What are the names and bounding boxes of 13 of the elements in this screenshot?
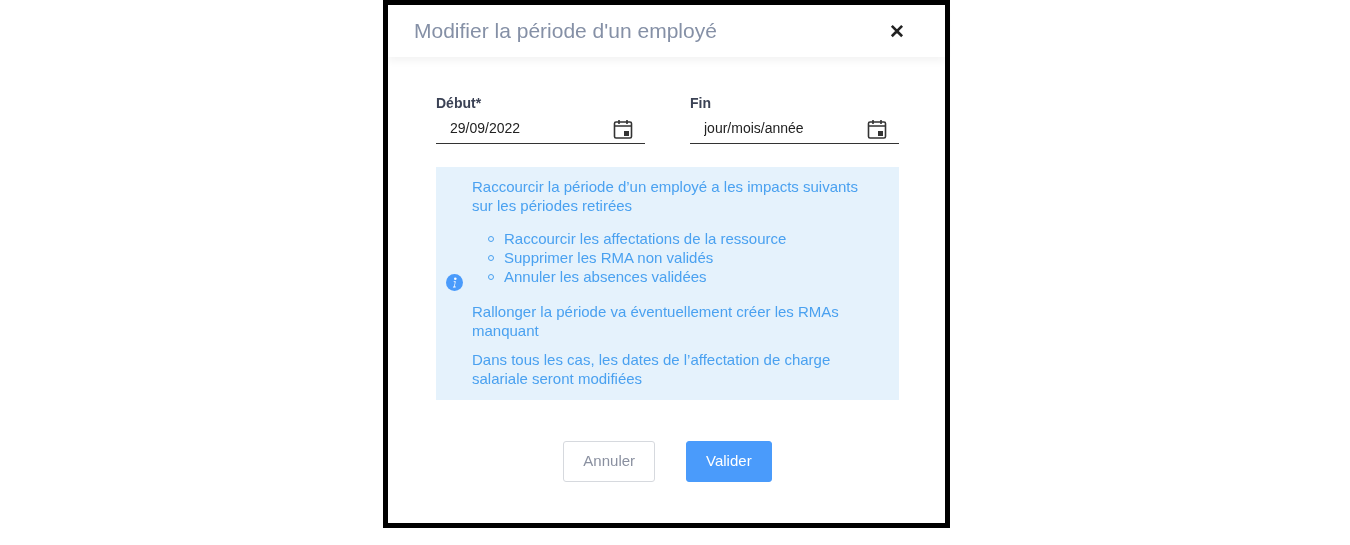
field-label: Début* (436, 94, 483, 113)
close-button[interactable]: ✕ (889, 21, 905, 41)
dialog-title: Modifier la période d'un employé (414, 18, 717, 45)
list-item: Raccourcir les affectations de la ressource (504, 229, 787, 248)
field-label: Fin (690, 94, 712, 113)
calendar-icon[interactable] (613, 118, 633, 139)
list-item: Supprimer les RMA non validés (504, 248, 714, 267)
info-text: Raccourcir la période d’un employé a les impacts suivants sur les périodes retirées (472, 177, 859, 215)
info-text: Rallonger la période va éventuellement créer les RMAs manquant (472, 302, 840, 340)
info-icon (446, 274, 463, 291)
calendar-icon[interactable] (867, 118, 887, 139)
info-text: Dans tous les cas, les dates de l’affectation de charge salariale seront modifiées (472, 350, 832, 388)
list-item: Annuler les absences validées (504, 267, 707, 286)
